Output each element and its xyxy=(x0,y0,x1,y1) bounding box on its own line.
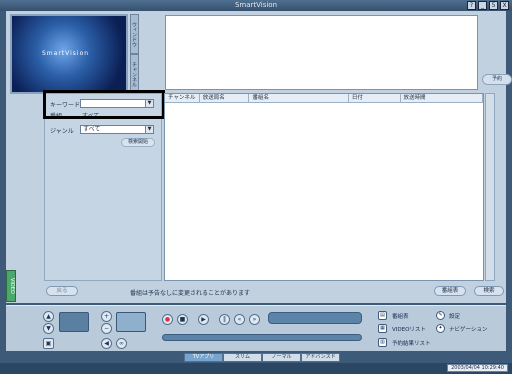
table-header: チャンネル 放送局名 番組名 日付 放送時間 xyxy=(165,94,483,103)
input-select-icon[interactable]: ▣ xyxy=(43,338,54,349)
highlight-box xyxy=(43,90,165,119)
mute-icon[interactable]: ◀ xyxy=(101,338,112,349)
window-controls: ? _ 5 X xyxy=(467,1,509,10)
video-tab[interactable]: VIDEO xyxy=(6,270,16,302)
channel-down-icon[interactable]: ▼ xyxy=(43,323,54,334)
time-display xyxy=(268,312,362,324)
genre-label: ジャンル xyxy=(50,128,74,135)
tv-preview[interactable]: SmartVision xyxy=(10,14,128,94)
seek-bar[interactable] xyxy=(162,334,362,341)
stop-icon[interactable]: ■ xyxy=(177,314,188,325)
close-button[interactable]: X xyxy=(500,1,509,10)
menu-settings[interactable]: 設定 xyxy=(449,312,460,320)
menu-reservation-list[interactable]: 予約結果リスト xyxy=(392,339,431,347)
clock: 2003/04/04 10:29:40 xyxy=(447,364,508,372)
reservation-list-icon[interactable]: ▥ xyxy=(378,338,387,347)
chevron-down-icon[interactable]: ▼ xyxy=(145,126,153,133)
pause-icon[interactable]: ‖ xyxy=(219,314,230,325)
epg-button[interactable]: 番組表 xyxy=(434,286,466,296)
menu-video-list[interactable]: VIDEOリスト xyxy=(392,325,426,333)
status-bar: 2003/04/04 10:29:40 xyxy=(0,363,512,374)
mode-tv-app[interactable]: TVアプリ xyxy=(184,353,223,362)
audio-icon[interactable]: ∞ xyxy=(116,338,127,349)
preview-logo: SmartVision xyxy=(42,50,90,57)
play-icon[interactable]: ▶ xyxy=(198,314,209,325)
rewind-icon[interactable]: « xyxy=(234,314,245,325)
search-start-button[interactable]: 検索開始 xyxy=(121,138,155,147)
volume-up-icon[interactable]: + xyxy=(101,311,112,322)
menu-navigation[interactable]: ナビゲーション xyxy=(449,325,487,333)
status-line: 戻る 番組は予告なしに変更されることがあります 番組表 検索 xyxy=(44,284,504,298)
column-header[interactable]: 放送時間 xyxy=(401,94,483,102)
view-mode-bar: TVアプリ スリム ノーマル アドバンスド xyxy=(184,353,340,362)
search-panel: キーワード ▼ 番組 すべて ジャンル すべて ▼ 検索開始 xyxy=(44,93,162,281)
control-panel: ▲ ▼ ▣ + − ◀ ∞ ● ■ ▶ ‖ « » ▤ 番組表 ✎ 設定 ▦ V… xyxy=(6,305,506,351)
menu-epg[interactable]: 番組表 xyxy=(392,312,409,320)
mode-slim[interactable]: スリム xyxy=(223,353,262,362)
minimize-button[interactable]: _ xyxy=(478,1,487,10)
volume-display xyxy=(116,312,146,332)
back-button[interactable]: 戻る xyxy=(46,286,78,296)
program-table: チャンネル 放送局名 番組名 日付 放送時間 xyxy=(164,93,484,281)
restore-button[interactable]: 5 xyxy=(489,1,498,10)
search-button[interactable]: 検索 xyxy=(474,286,504,296)
notice-message: 番組は予告なしに変更されることがあります xyxy=(130,290,251,297)
mode-normal[interactable]: ノーマル xyxy=(262,353,301,362)
app-window: SmartVision ? _ 5 X SmartVision ウィンドウ チャ… xyxy=(0,0,512,374)
record-icon[interactable]: ● xyxy=(162,314,173,325)
video-list-icon[interactable]: ▦ xyxy=(378,324,387,333)
column-header[interactable]: 番組名 xyxy=(249,94,349,102)
tab-channel[interactable]: チャンネル xyxy=(130,54,139,94)
reserve-button[interactable]: 予約 xyxy=(482,74,512,85)
help-button[interactable]: ? xyxy=(467,1,476,10)
program-description-box xyxy=(165,15,478,90)
channel-up-icon[interactable]: ▲ xyxy=(43,311,54,322)
window-title: SmartVision xyxy=(234,1,278,9)
preview-tabs: ウィンドウ チャンネル xyxy=(130,14,142,94)
channel-display xyxy=(59,312,89,332)
epg-icon[interactable]: ▤ xyxy=(378,311,387,320)
column-header[interactable]: 日付 xyxy=(349,94,401,102)
settings-icon[interactable]: ✎ xyxy=(436,311,445,320)
title-bar: SmartVision ? _ 5 X xyxy=(0,0,512,11)
forward-icon[interactable]: » xyxy=(249,314,260,325)
mode-advanced[interactable]: アドバンスド xyxy=(301,353,340,362)
tab-window[interactable]: ウィンドウ xyxy=(130,14,139,54)
volume-down-icon[interactable]: − xyxy=(101,323,112,334)
table-scrollbar[interactable] xyxy=(485,93,495,281)
genre-select[interactable]: すべて ▼ xyxy=(80,125,154,134)
column-header[interactable]: 放送局名 xyxy=(200,94,250,102)
column-header[interactable]: チャンネル xyxy=(165,94,200,102)
navigation-icon[interactable]: ✦ xyxy=(436,324,445,333)
